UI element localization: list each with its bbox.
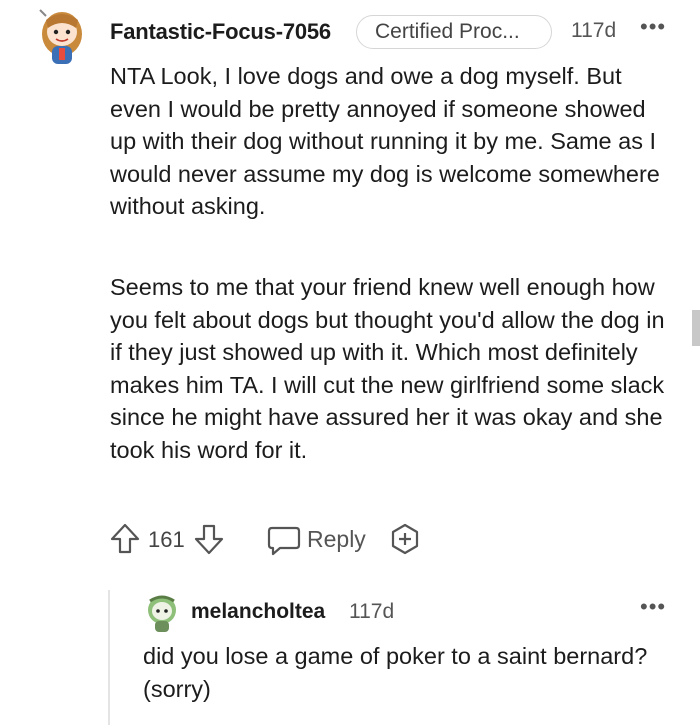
upvote-button[interactable] — [110, 522, 140, 556]
comment-paragraph-1: NTA Look, I love dogs and owe a dog myse… — [110, 63, 660, 219]
comment-username[interactable]: Fantastic-Focus-7056 — [110, 19, 331, 45]
reply-icon — [267, 526, 301, 556]
reply-age: 117d — [349, 600, 395, 623]
avatar-icon — [148, 595, 176, 632]
reply-avatar[interactable] — [142, 593, 182, 633]
downvote-icon — [194, 524, 224, 555]
more-options-icon[interactable]: ••• — [640, 14, 666, 40]
reply-username[interactable]: melancholtea — [191, 600, 325, 624]
avatar-icon — [39, 9, 82, 64]
comment-paragraph-2: Seems to me that your friend knew well e… — [110, 274, 665, 463]
comment-age: 117d — [571, 19, 617, 42]
reply-button[interactable] — [266, 524, 302, 556]
scrollbar[interactable] — [692, 310, 700, 346]
downvote-button[interactable] — [194, 522, 224, 556]
reply-text: did you lose a game of poker to a saint … — [143, 643, 648, 702]
reply-label[interactable]: Reply — [307, 526, 366, 553]
award-icon — [391, 523, 419, 555]
award-button[interactable] — [389, 523, 421, 555]
user-flair: Certified Proc... — [356, 15, 552, 49]
user-avatar[interactable] — [36, 6, 88, 70]
upvote-icon — [110, 523, 140, 554]
vote-count: 161 — [148, 527, 185, 552]
reply-more-options-icon[interactable]: ••• — [640, 594, 666, 620]
thread-line[interactable] — [108, 590, 110, 725]
